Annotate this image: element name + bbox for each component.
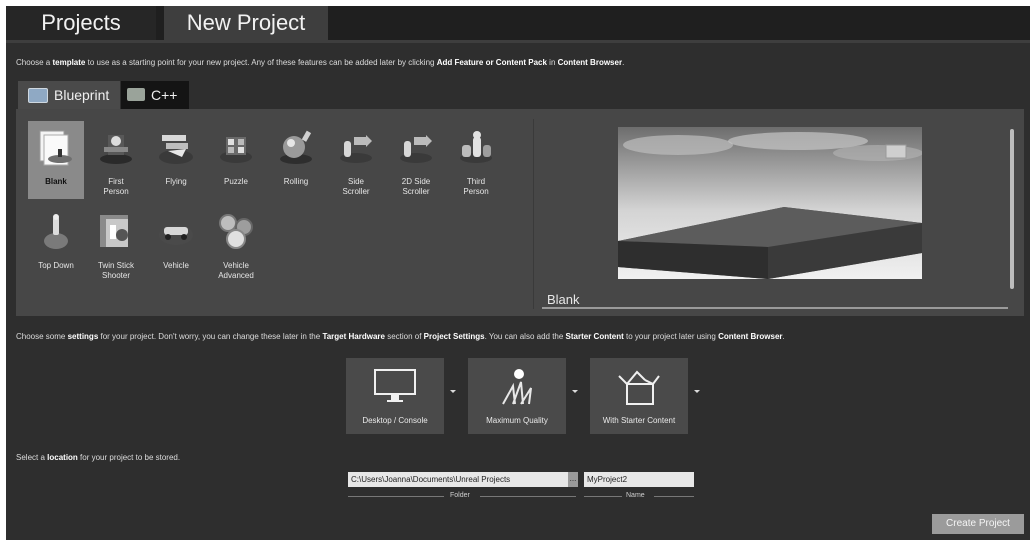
sun-grass-icon [502, 369, 532, 405]
template-vehicle[interactable]: Vehicle [148, 205, 204, 283]
tab-projects[interactable]: Projects [6, 6, 156, 40]
template-label: Side Scroller [342, 177, 370, 196]
location-instruction: Select a location for your project to be… [16, 453, 181, 462]
panel-divider [533, 119, 534, 309]
flying-icon [159, 135, 193, 164]
cpp-icon [127, 88, 145, 101]
template-preview-image [618, 127, 922, 279]
browse-folder-button[interactable]: ... [568, 472, 578, 487]
setting-quality[interactable]: Maximum Quality [468, 358, 578, 434]
tab-cpp[interactable]: C++ [121, 81, 189, 109]
new-project-window: Projects New Project Choose a template t… [6, 6, 1030, 540]
template-label: Twin Stick Shooter [97, 261, 134, 280]
monitor-icon [374, 369, 416, 402]
template-rolling[interactable]: Rolling [268, 121, 324, 199]
template-label: Vehicle Advanced [218, 261, 254, 280]
folder-caption-line [480, 496, 576, 497]
template-twin-stick-shooter[interactable]: Twin Stick Shooter [88, 205, 144, 283]
template-label: Vehicle [163, 261, 189, 270]
template-first-person[interactable]: First Person [88, 121, 144, 199]
twin-stick-icon [100, 215, 128, 247]
rolling-icon [280, 130, 312, 164]
template-puzzle[interactable]: Puzzle [208, 121, 264, 199]
template-top-down[interactable]: Top Down [28, 205, 84, 283]
folder-caption: Folder [450, 492, 470, 499]
preview-title: Blank [547, 292, 580, 307]
setting-platform-label: Desktop / Console [362, 416, 428, 425]
open-box-icon [618, 370, 660, 405]
chevron-down-icon[interactable] [450, 390, 456, 393]
vehicle-icon [159, 225, 193, 245]
chevron-down-icon[interactable] [694, 390, 700, 393]
template-label: Blank [45, 177, 67, 186]
project-name-input[interactable]: MyProject2 [584, 472, 694, 487]
puzzle-icon [220, 137, 252, 163]
chevron-down-icon[interactable] [572, 390, 578, 393]
create-project-button[interactable]: Create Project [932, 514, 1024, 534]
setting-quality-label: Maximum Quality [486, 416, 548, 425]
side-scroller-icon [340, 135, 372, 163]
template-label: Puzzle [223, 177, 248, 186]
template-side-scroller[interactable]: Side Scroller [328, 121, 384, 199]
template-label: Flying [165, 177, 187, 186]
tab-blueprint[interactable]: Blueprint [18, 81, 120, 109]
tab-cpp-label: C++ [151, 87, 178, 103]
tab-blueprint-label: Blueprint [54, 87, 110, 103]
folder-input[interactable]: C:\Users\Joanna\Documents\Unreal Project… [348, 472, 568, 487]
blank-template-icon [39, 130, 72, 166]
tab-new-project[interactable]: New Project [164, 6, 328, 40]
side-scroller-2d-icon [400, 135, 432, 163]
template-vehicle-advanced[interactable]: Vehicle Advanced [208, 205, 264, 283]
template-label: First Person [103, 177, 129, 196]
template-label: 2D Side Scroller [401, 177, 431, 196]
name-caption: Name [626, 492, 645, 499]
setting-starter-content[interactable]: With Starter Content [590, 358, 700, 434]
template-blank[interactable]: Blank [28, 121, 84, 199]
template-2d-side-scroller[interactable]: 2D Side Scroller [388, 121, 444, 199]
setting-content-label: With Starter Content [602, 416, 676, 425]
first-person-icon [100, 135, 132, 164]
template-flying[interactable]: Flying [148, 121, 204, 199]
template-instruction: Choose a template to use as a starting p… [16, 58, 625, 67]
tab-bar-divider [6, 40, 1030, 43]
template-label: Third Person [463, 177, 489, 196]
template-third-person[interactable]: Third Person [448, 121, 504, 199]
preview-underline [542, 307, 1008, 309]
blueprint-icon [28, 88, 48, 103]
name-caption-line [654, 496, 694, 497]
third-person-icon [460, 131, 492, 163]
template-panel: Blank First Person Flying Puzzle Rolling… [16, 109, 1024, 316]
vehicle-advanced-icon [219, 214, 253, 249]
template-label: Rolling [283, 177, 309, 186]
top-down-icon [44, 214, 68, 249]
top-tab-bar: Projects New Project [6, 6, 1030, 40]
folder-caption-line [348, 496, 444, 497]
template-label: Top Down [38, 261, 74, 270]
settings-instruction: Choose some settings for your project. D… [16, 332, 785, 341]
name-caption-line [584, 496, 622, 497]
template-scrollbar[interactable] [1010, 129, 1014, 289]
setting-platform[interactable]: Desktop / Console [346, 358, 456, 434]
blueprint-badge-icon [885, 144, 907, 159]
